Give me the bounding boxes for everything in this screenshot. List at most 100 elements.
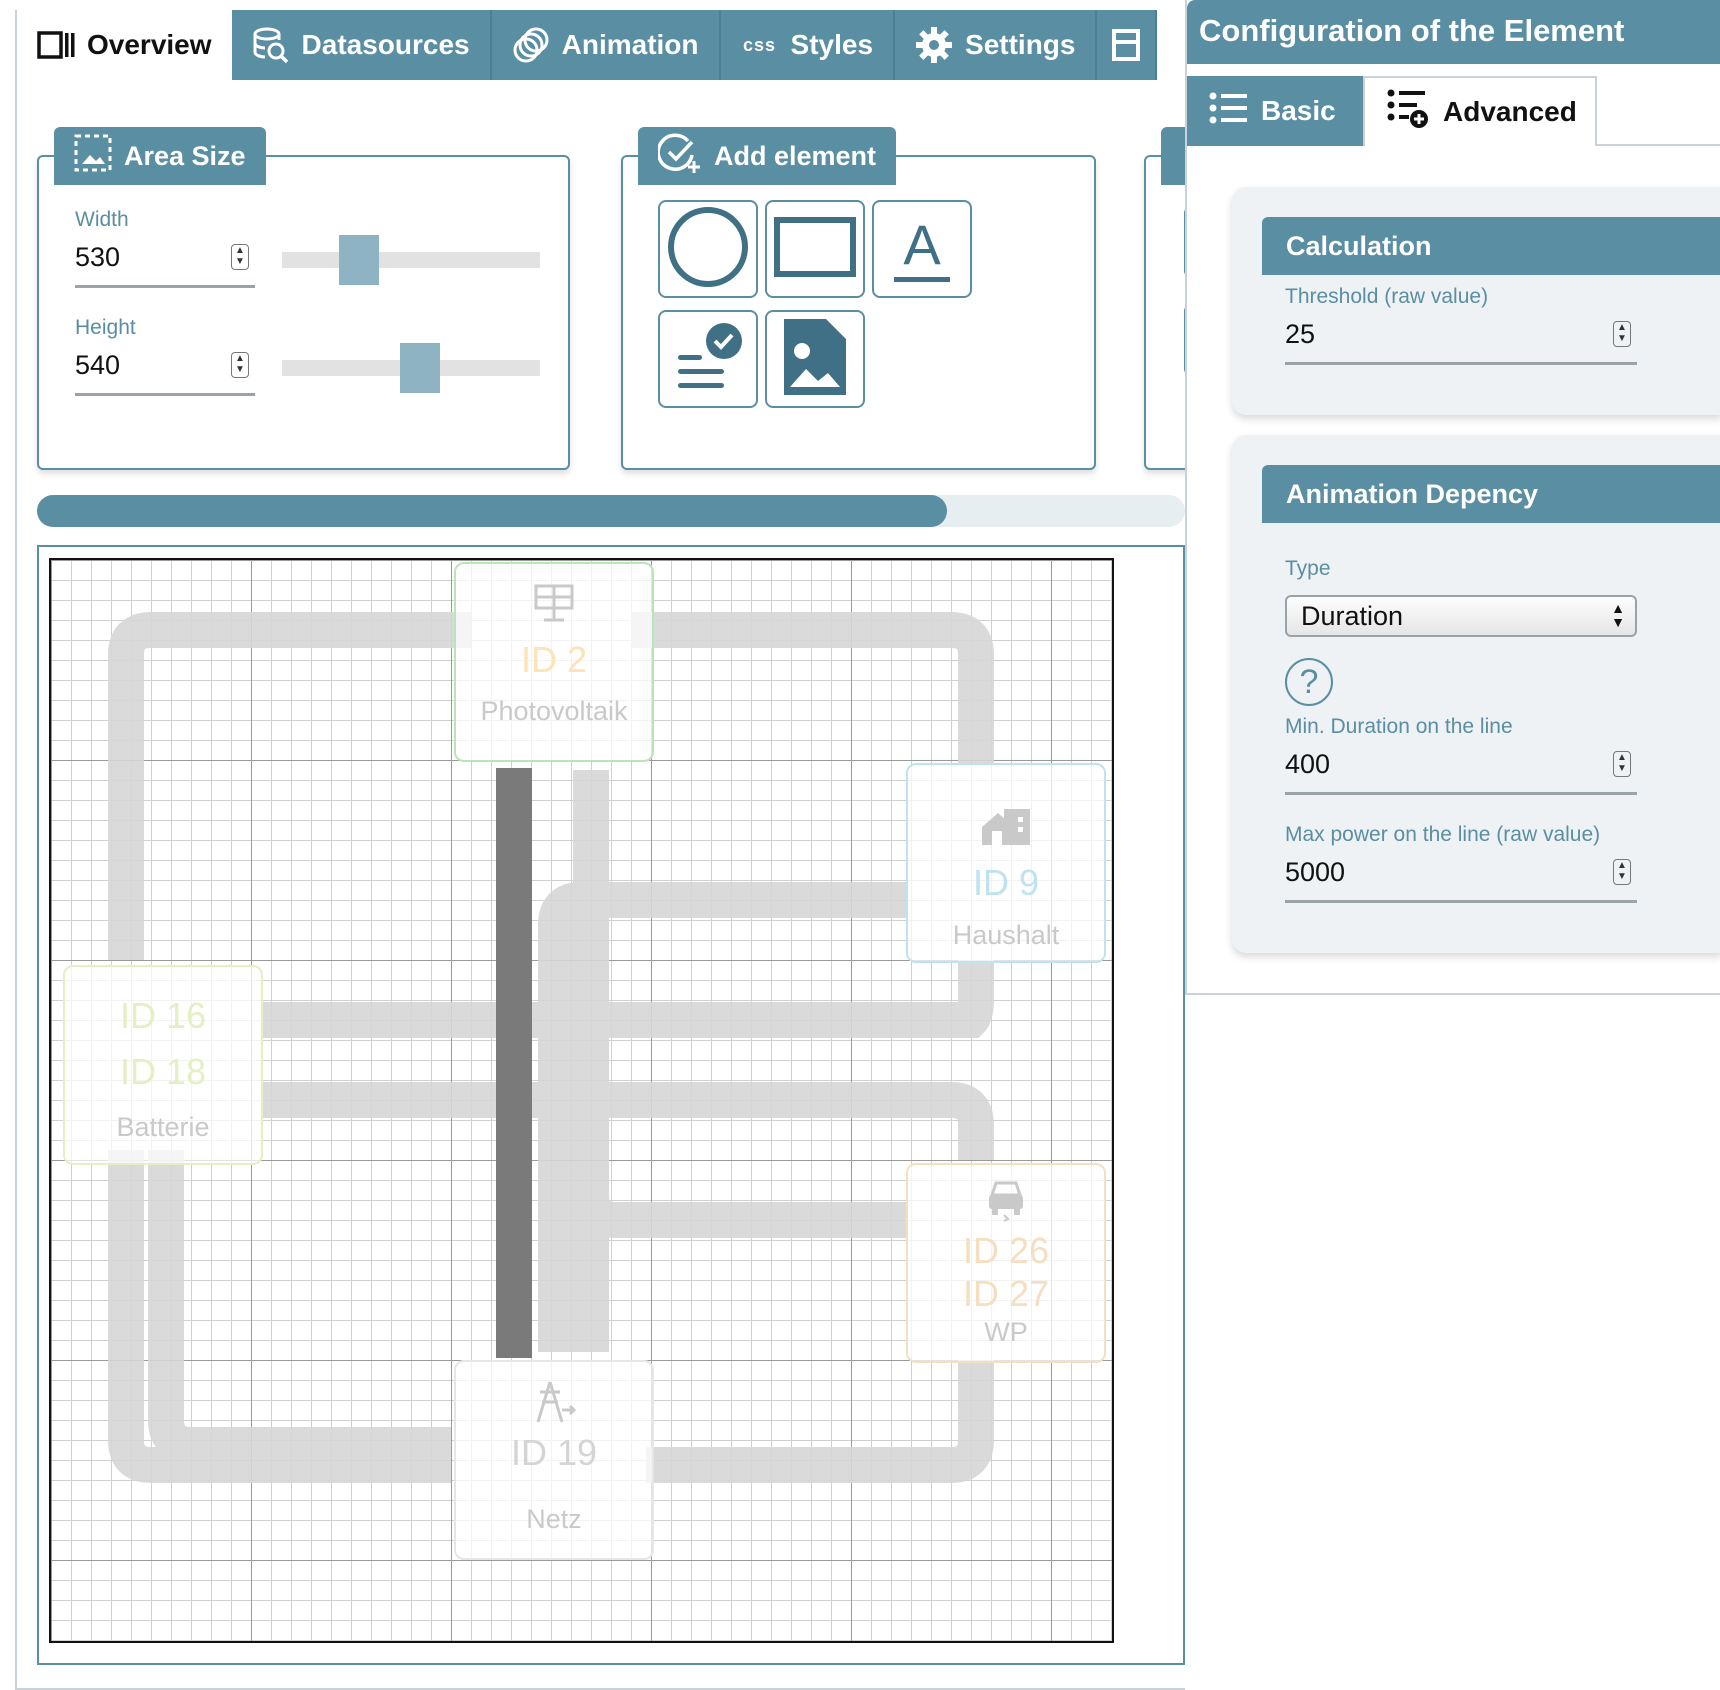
node-id: ID 26 xyxy=(962,1230,1050,1271)
max-power-spinner[interactable]: ▲ ▼ xyxy=(1613,859,1631,885)
threshold-label: Threshold (raw value) xyxy=(1285,285,1489,308)
max-power-input[interactable]: 5000 ▲ ▼ xyxy=(1285,857,1637,903)
width-slider-thumb[interactable] xyxy=(339,235,379,285)
circle-icon xyxy=(666,205,750,294)
node-name: Photovoltaik xyxy=(480,696,628,726)
animation-dependency-card: Animation Depency Type Duration ▲ ▼ ? Min… xyxy=(1232,435,1720,953)
tab-label: Styles xyxy=(790,29,874,60)
connection-line[interactable] xyxy=(108,612,471,960)
house-icon xyxy=(908,807,1104,857)
node-haushalt[interactable]: ID 9 Haushalt xyxy=(906,763,1106,963)
tab-label: Animation xyxy=(561,29,699,60)
element-config-panel: Configuration of the Element Basic Advan… xyxy=(1185,0,1720,995)
help-question-icon[interactable]: ? xyxy=(1285,658,1333,706)
text-icon: A xyxy=(894,212,950,282)
node-batterie[interactable]: ID 16 ID 18 Batterie xyxy=(63,965,263,1165)
node-name: Haushalt xyxy=(952,920,1060,950)
min-duration-label: Min. Duration on the line xyxy=(1285,715,1513,738)
connection-line[interactable] xyxy=(261,1082,994,1160)
add-circle-check-icon xyxy=(656,132,702,180)
rectangle-icon xyxy=(773,214,857,285)
connection-line[interactable] xyxy=(646,1360,994,1483)
node-id: ID 19 xyxy=(510,1432,598,1473)
list-icon xyxy=(1209,92,1247,131)
node-id: ID 9 xyxy=(972,862,1040,903)
node-id: ID 2 xyxy=(520,639,588,680)
add-rectangle-button[interactable] xyxy=(765,200,865,298)
area-size-card: Area Size xyxy=(37,127,570,470)
node-id: ID 27 xyxy=(962,1273,1050,1314)
node-name: Batterie xyxy=(116,1112,210,1142)
layout-icon xyxy=(1111,26,1141,64)
add-element-header: Add element xyxy=(638,127,897,185)
config-title: Configuration of the Element xyxy=(1187,0,1720,64)
columns-icon xyxy=(37,26,75,64)
area-size-icon xyxy=(74,134,112,179)
power-tower-icon xyxy=(456,1380,652,1430)
add-text-button[interactable]: A xyxy=(872,200,972,298)
width-slider-track[interactable] xyxy=(282,252,540,268)
node-wp[interactable]: ID 26 ID 27 WP xyxy=(906,1163,1106,1363)
connection-line[interactable] xyxy=(261,960,994,1038)
add-image-button[interactable] xyxy=(765,310,865,408)
tab-label: Settings xyxy=(965,29,1076,60)
tab-label: Overview xyxy=(87,29,212,60)
node-photovoltaik[interactable]: ID 2 Photovoltaik xyxy=(454,562,654,762)
threshold-input[interactable]: 25 ▲ ▼ xyxy=(1285,319,1637,365)
tab-basic-label: Basic xyxy=(1261,95,1336,126)
type-label: Type xyxy=(1285,557,1331,580)
tab-more[interactable] xyxy=(1097,10,1158,80)
type-select-value: Duration xyxy=(1301,601,1404,631)
main-tabs: Overview Datasources Animation css Style… xyxy=(17,10,1187,80)
calculation-card: Calculation Threshold (raw value) 25 ▲ ▼ xyxy=(1232,187,1720,415)
min-duration-value: 400 xyxy=(1285,749,1331,779)
config-subtabs: Basic Advanced xyxy=(1187,76,1720,146)
add-circle-button[interactable] xyxy=(658,200,758,298)
width-input[interactable]: 530 ▲ ▼ xyxy=(75,242,255,288)
animation-rings-icon xyxy=(512,26,550,64)
min-duration-input[interactable]: 400 ▲ ▼ xyxy=(1285,749,1637,795)
animation-dependency-header: Animation Depency xyxy=(1262,465,1720,523)
node-name: WP xyxy=(984,1317,1028,1347)
height-input[interactable]: 540 ▲ ▼ xyxy=(75,350,255,396)
car-icon xyxy=(908,1179,1104,1229)
tab-label: Datasources xyxy=(301,29,470,60)
tab-advanced-label: Advanced xyxy=(1443,96,1577,127)
node-netz[interactable]: ID 19 Netz xyxy=(454,1360,654,1560)
database-search-icon xyxy=(252,26,290,64)
height-spinner[interactable]: ▲ ▼ xyxy=(231,352,249,378)
max-power-label: Max power on the line (raw value) xyxy=(1285,823,1601,846)
editor-scroll-thumb[interactable] xyxy=(37,495,947,527)
text-glyph: A xyxy=(903,212,941,276)
area-size-header: Area Size xyxy=(54,127,266,185)
width-label: Width xyxy=(75,208,129,231)
width-spinner[interactable]: ▲ ▼ xyxy=(231,244,249,270)
connection-line[interactable] xyxy=(631,612,994,765)
calculation-header: Calculation xyxy=(1262,217,1720,275)
height-value: 540 xyxy=(75,350,121,380)
text-underline xyxy=(894,276,950,282)
drawing-canvas[interactable]: ID 2 Photovoltaik ID 9 Haushalt ID 16 ID… xyxy=(49,558,1114,1643)
solar-panel-icon xyxy=(456,582,652,632)
tab-overview[interactable]: Overview xyxy=(17,10,232,80)
area-size-title: Area Size xyxy=(124,140,246,171)
type-select[interactable]: Duration ▲ ▼ xyxy=(1285,595,1637,637)
selected-connection-line[interactable] xyxy=(496,768,532,1358)
max-power-value: 5000 xyxy=(1285,857,1346,887)
select-arrows-icon: ▲ ▼ xyxy=(1611,600,1625,630)
connection-line[interactable] xyxy=(148,1150,451,1463)
node-id: ID 16 xyxy=(119,995,207,1036)
min-duration-spinner[interactable]: ▲ ▼ xyxy=(1613,751,1631,777)
tab-basic[interactable]: Basic xyxy=(1187,76,1363,146)
add-datasource-text-button[interactable] xyxy=(658,310,758,408)
tab-styles[interactable]: css Styles xyxy=(720,10,896,80)
add-element-title: Add element xyxy=(714,140,877,171)
tab-datasources[interactable]: Datasources xyxy=(231,10,492,80)
height-slider-thumb[interactable] xyxy=(400,343,440,393)
node-id: ID 18 xyxy=(119,1051,207,1092)
tab-animation[interactable]: Animation xyxy=(491,10,721,80)
node-name: Netz xyxy=(526,1504,582,1534)
tab-advanced[interactable]: Advanced xyxy=(1363,76,1597,146)
tab-settings[interactable]: Settings xyxy=(895,10,1098,80)
threshold-spinner[interactable]: ▲ ▼ xyxy=(1613,321,1631,347)
